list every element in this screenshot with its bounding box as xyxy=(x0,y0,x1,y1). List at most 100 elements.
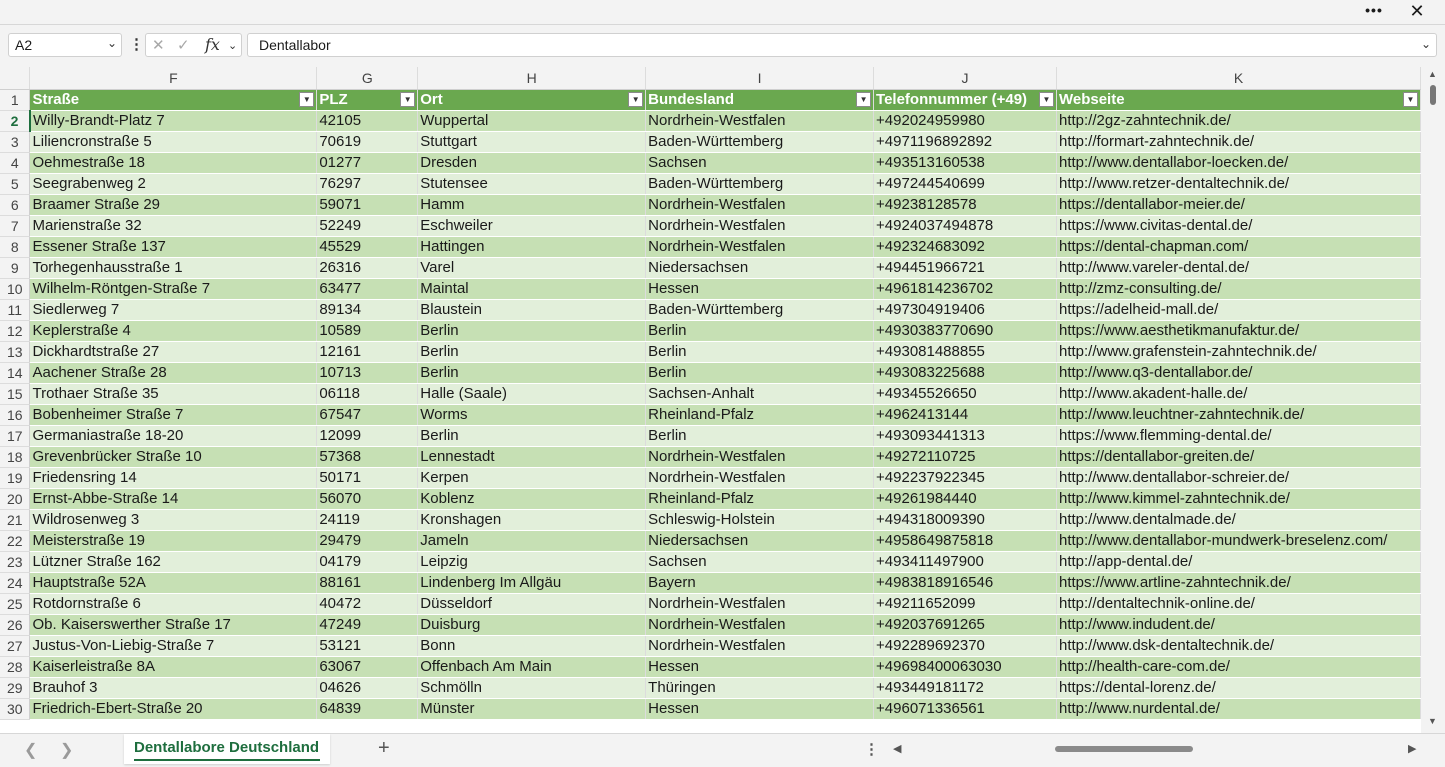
table-cell[interactable]: 01277 xyxy=(316,152,419,174)
table-header-cell[interactable]: Telefonnummer (+49) ▼ xyxy=(873,89,1057,111)
column-header-f[interactable]: F xyxy=(29,67,318,90)
row-header[interactable]: 8 xyxy=(0,236,31,258)
table-cell[interactable]: Hessen xyxy=(645,278,875,300)
table-cell[interactable]: Wilhelm-Röntgen-Straße 7 xyxy=(29,278,318,300)
table-cell[interactable]: Hattingen xyxy=(417,236,647,258)
row-header[interactable]: 13 xyxy=(0,341,31,363)
column-header-h[interactable]: H xyxy=(417,67,647,90)
row-header[interactable]: 10 xyxy=(0,278,31,300)
table-header-cell[interactable]: Ort ▼ xyxy=(417,89,647,111)
table-cell[interactable]: +4971196892892 xyxy=(873,131,1057,153)
table-cell[interactable]: +492324683092 xyxy=(873,236,1057,258)
name-box[interactable]: A2 ⌄ xyxy=(8,33,122,57)
table-cell[interactable]: http://www.dentallabor-schreier.de/ xyxy=(1056,467,1421,489)
table-cell[interactable]: Baden-Württemberg xyxy=(645,131,875,153)
table-cell[interactable]: http://www.grafenstein-zahntechnik.de/ xyxy=(1056,341,1421,363)
table-cell[interactable]: http://www.q3-dentallabor.de/ xyxy=(1056,362,1421,384)
table-cell[interactable]: 76297 xyxy=(316,173,419,195)
table-cell[interactable]: https://dental-chapman.com/ xyxy=(1056,236,1421,258)
table-header-cell[interactable]: Bundesland ▼ xyxy=(645,89,875,111)
table-cell[interactable]: +4958649875818 xyxy=(873,530,1057,552)
table-cell[interactable]: 42105 xyxy=(316,110,419,132)
table-cell[interactable]: Sachsen-Anhalt xyxy=(645,383,875,405)
row-header[interactable]: 22 xyxy=(0,530,31,552)
previous-sheet-icon[interactable]: ❮ xyxy=(24,740,37,760)
table-cell[interactable]: Rotdornstraße 6 xyxy=(29,593,318,615)
table-cell[interactable]: https://dentallabor-meier.de/ xyxy=(1056,194,1421,216)
filter-dropdown-icon[interactable]: ▼ xyxy=(299,91,315,107)
table-cell[interactable]: Düsseldorf xyxy=(417,593,647,615)
table-cell[interactable]: Berlin xyxy=(645,425,875,447)
table-cell[interactable]: Lennestadt xyxy=(417,446,647,468)
table-cell[interactable]: Lindenberg Im Allgäu xyxy=(417,572,647,594)
table-cell[interactable]: http://formart-zahntechnik.de/ xyxy=(1056,131,1421,153)
table-cell[interactable]: Germaniastraße 18-20 xyxy=(29,425,318,447)
table-cell[interactable]: Hauptstraße 52A xyxy=(29,572,318,594)
table-cell[interactable]: Nordrhein-Westfalen xyxy=(645,593,875,615)
enter-icon[interactable]: ✓ xyxy=(177,36,190,54)
table-cell[interactable]: Berlin xyxy=(645,341,875,363)
table-cell[interactable]: Maintal xyxy=(417,278,647,300)
table-header-cell[interactable]: PLZ ▼ xyxy=(316,89,419,111)
table-cell[interactable]: http://www.kimmel-zahntechnik.de/ xyxy=(1056,488,1421,510)
table-cell[interactable]: https://dentallabor-greiten.de/ xyxy=(1056,446,1421,468)
table-cell[interactable]: Berlin xyxy=(417,362,647,384)
vertical-scroll-thumb[interactable] xyxy=(1430,85,1436,105)
table-cell[interactable]: Kaiserleistraße 8A xyxy=(29,656,318,678)
table-cell[interactable]: +493411497900 xyxy=(873,551,1057,573)
table-cell[interactable]: Nordrhein-Westfalen xyxy=(645,110,875,132)
row-header[interactable]: 29 xyxy=(0,677,31,699)
table-cell[interactable]: 12161 xyxy=(316,341,419,363)
table-cell[interactable]: http://www.vareler-dental.de/ xyxy=(1056,257,1421,279)
table-cell[interactable]: http://2gz-zahntechnik.de/ xyxy=(1056,110,1421,132)
table-cell[interactable]: 10589 xyxy=(316,320,419,342)
table-cell[interactable]: +492037691265 xyxy=(873,614,1057,636)
scroll-left-icon[interactable]: ◀ xyxy=(893,742,901,755)
table-cell[interactable]: Baden-Württemberg xyxy=(645,299,875,321)
table-cell[interactable]: https://www.aesthetikmanufaktur.de/ xyxy=(1056,320,1421,342)
table-cell[interactable]: https://www.civitas-dental.de/ xyxy=(1056,215,1421,237)
row-header[interactable]: 2 xyxy=(0,110,31,132)
table-cell[interactable]: 63477 xyxy=(316,278,419,300)
table-cell[interactable]: Niedersachsen xyxy=(645,530,875,552)
table-cell[interactable]: Marienstraße 32 xyxy=(29,215,318,237)
table-cell[interactable]: Leipzig xyxy=(417,551,647,573)
table-cell[interactable]: Nordrhein-Westfalen xyxy=(645,194,875,216)
table-cell[interactable]: Münster xyxy=(417,698,647,720)
table-cell[interactable]: http://www.dentalmade.de/ xyxy=(1056,509,1421,531)
table-cell[interactable]: 40472 xyxy=(316,593,419,615)
chevron-down-icon[interactable]: ⌄ xyxy=(228,39,237,52)
table-cell[interactable]: Wildrosenweg 3 xyxy=(29,509,318,531)
table-cell[interactable]: 26316 xyxy=(316,257,419,279)
table-cell[interactable]: Justus-Von-Liebig-Straße 7 xyxy=(29,635,318,657)
table-cell[interactable]: 04626 xyxy=(316,677,419,699)
table-cell[interactable]: http://www.dentallabor-loecken.de/ xyxy=(1056,152,1421,174)
table-cell[interactable]: 53121 xyxy=(316,635,419,657)
table-header-cell[interactable]: Webseite ▼ xyxy=(1056,89,1421,111)
table-cell[interactable]: Aachener Straße 28 xyxy=(29,362,318,384)
row-header[interactable]: 4 xyxy=(0,152,31,174)
table-cell[interactable]: http://www.nurdental.de/ xyxy=(1056,698,1421,720)
row-header[interactable]: 3 xyxy=(0,131,31,153)
table-cell[interactable]: 06118 xyxy=(316,383,419,405)
table-cell[interactable]: Baden-Württemberg xyxy=(645,173,875,195)
table-cell[interactable]: Oehmestraße 18 xyxy=(29,152,318,174)
table-cell[interactable]: +493081488855 xyxy=(873,341,1057,363)
expand-formula-bar-icon[interactable]: ⌄ xyxy=(1421,37,1431,51)
table-cell[interactable]: Braamer Straße 29 xyxy=(29,194,318,216)
table-cell[interactable]: 10713 xyxy=(316,362,419,384)
row-header[interactable]: 24 xyxy=(0,572,31,594)
table-cell[interactable]: Siedlerweg 7 xyxy=(29,299,318,321)
table-cell[interactable]: Hamm xyxy=(417,194,647,216)
table-cell[interactable]: +49345526650 xyxy=(873,383,1057,405)
column-header-i[interactable]: I xyxy=(645,67,875,90)
table-cell[interactable]: Varel xyxy=(417,257,647,279)
more-options-icon[interactable]: ••• xyxy=(1363,2,1385,20)
scroll-down-icon[interactable]: ▼ xyxy=(1428,716,1437,726)
row-header[interactable]: 21 xyxy=(0,509,31,531)
table-cell[interactable]: http://zmz-consulting.de/ xyxy=(1056,278,1421,300)
table-cell[interactable]: 52249 xyxy=(316,215,419,237)
filter-dropdown-icon[interactable]: ▼ xyxy=(1403,91,1418,107)
vertical-scrollbar[interactable]: ▲ ▼ xyxy=(1421,67,1445,733)
table-cell[interactable]: +494451966721 xyxy=(873,257,1057,279)
